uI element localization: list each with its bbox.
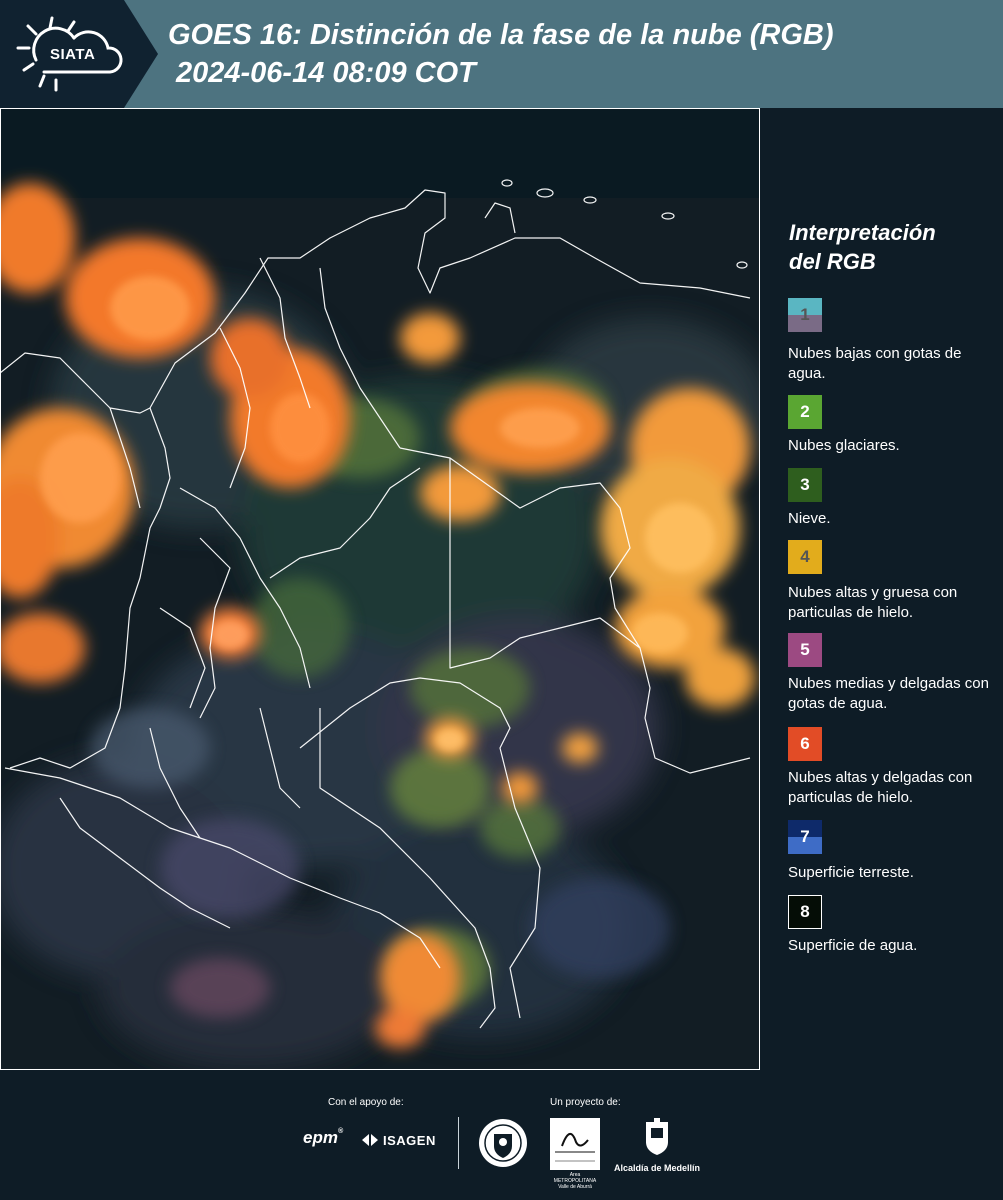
legend-label-7: Superficie terreste.	[788, 864, 914, 881]
header: SIATA GOES 16: Distinción de la fase de …	[0, 0, 1003, 108]
satellite-map[interactable]	[0, 108, 760, 1070]
epm-logo[interactable]: epm®	[303, 1128, 343, 1148]
legend-swatch-4: 4	[788, 540, 822, 574]
epm-logo-text: epm	[303, 1128, 338, 1147]
legend-label-2: Nubes glaciares.	[788, 437, 900, 454]
legend-title-line2: del RGB	[789, 249, 876, 274]
legend-label-8: Superficie de agua.	[788, 937, 918, 954]
legend-label-6: Nubes altas y delgadas con particulas de…	[788, 769, 973, 806]
isagen-mark-icon	[362, 1134, 378, 1146]
legend-swatch-8: 8	[788, 895, 822, 929]
legend-swatch-7: 7	[788, 820, 822, 854]
area-metropolitana-mark-icon	[555, 1133, 595, 1162]
legend-label-3: Nieve.	[788, 510, 831, 527]
siata-logo[interactable]: SIATA	[0, 0, 158, 108]
legend-label-1: Nubes bajas con gotas de agua.	[788, 345, 962, 382]
rgb-composite-image	[0, 108, 760, 1070]
municipal-seal-logo[interactable]	[478, 1118, 528, 1173]
legend-label-4: Nubes altas y gruesa con particulas de h…	[788, 584, 958, 621]
title-datetime: 2024-06-14 08:09 COT	[176, 57, 476, 89]
area-metropolitana-logo-text: Área METROPOLITANA Valle de Aburrá	[553, 1172, 597, 1190]
alcaldia-logo[interactable]: Alcaldía de Medellín	[612, 1118, 702, 1173]
seal-icon	[479, 1119, 527, 1167]
area-metropolitana-logo[interactable]	[550, 1118, 600, 1170]
page-title: GOES 16: Distinción de la fase de la nub…	[168, 16, 834, 92]
legend-swatch-6: 6	[788, 727, 822, 761]
legend-swatch-5: 5	[788, 633, 822, 667]
registered-mark: ®	[337, 1128, 344, 1135]
legend-label-5: Nubes medias y delgadas con gotas de agu…	[788, 675, 989, 712]
isagen-logo[interactable]: ISAGEN	[360, 1132, 436, 1148]
legend-title-line1: Interpretación	[789, 220, 936, 245]
title-product: GOES 16: Distinción de la fase de la nub…	[168, 19, 834, 51]
siata-logo-text: SIATA	[50, 46, 96, 63]
legend-title: Interpretación del RGB	[789, 218, 979, 276]
coat-of-arms-icon	[646, 1118, 668, 1155]
support-label: Con el apoyo de:	[328, 1097, 404, 1108]
legend-swatch-1: 1	[788, 298, 822, 332]
project-label: Un proyecto de:	[550, 1097, 621, 1108]
legend-swatch-3: 3	[788, 468, 822, 502]
footer-divider	[458, 1117, 459, 1169]
alcaldia-logo-text: Alcaldía de Medellín	[613, 1163, 701, 1173]
legend-swatch-2: 2	[788, 395, 822, 429]
isagen-logo-text: ISAGEN	[383, 1132, 436, 1148]
